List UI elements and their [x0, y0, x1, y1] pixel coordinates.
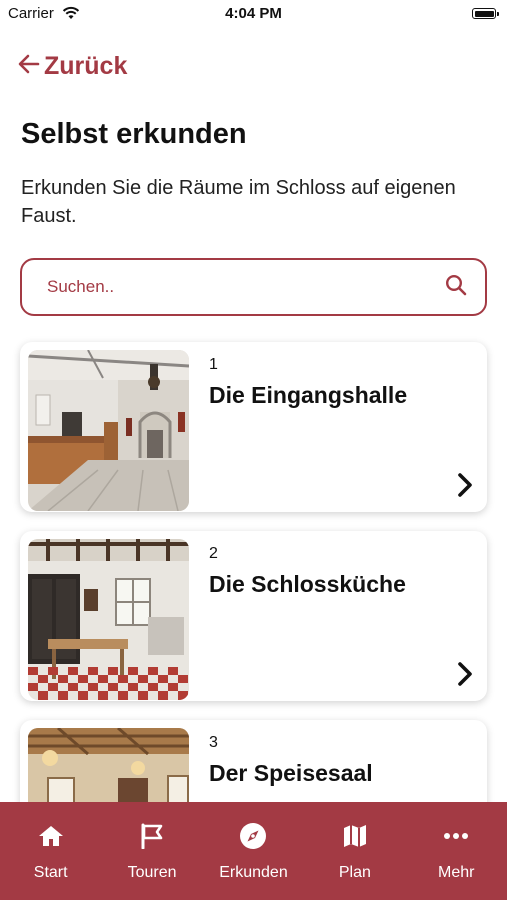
room-card-eingangshalle[interactable]: 1 Die Eingangshalle [20, 342, 487, 512]
compass-icon [239, 822, 267, 850]
arrow-left-icon [18, 52, 40, 81]
search-icon[interactable] [445, 274, 467, 301]
tab-label: Start [33, 864, 68, 881]
tab-plan[interactable]: Plan [304, 802, 405, 900]
battery-icon [472, 8, 499, 19]
status-bar: Carrier 4:04 PM [0, 0, 507, 28]
tab-erkunden[interactable]: Erkunden [203, 802, 304, 900]
back-label: Zurück [44, 52, 128, 80]
home-icon [38, 822, 64, 850]
tab-label: Touren [127, 864, 177, 881]
tab-mehr[interactable]: Mehr [406, 802, 507, 900]
room-card-schlosskueche[interactable]: 2 Die Schlossküche [20, 531, 487, 701]
tab-label: Plan [338, 864, 371, 881]
map-icon [342, 822, 368, 850]
tab-touren[interactable]: Touren [102, 802, 203, 900]
room-number: 3 [209, 734, 218, 751]
tab-start[interactable]: Start [0, 802, 101, 900]
tab-bar: Start Touren Erkunden Plan Mehr [0, 802, 507, 900]
room-name: Die Eingangshalle [209, 382, 408, 408]
room-photo [28, 539, 189, 700]
search-bar[interactable] [20, 258, 487, 316]
more-icon [443, 822, 469, 850]
search-input[interactable] [45, 276, 445, 298]
page-title: Selbst erkunden [21, 118, 247, 150]
room-photo [28, 350, 189, 511]
room-name: Der Speisesaal [209, 760, 373, 786]
flag-icon [140, 822, 164, 850]
tab-label: Erkunden [219, 864, 288, 881]
back-button[interactable]: Zurück [18, 52, 127, 81]
status-time: 4:04 PM [225, 5, 282, 22]
room-name: Die Schlossküche [209, 571, 406, 597]
chevron-right-icon[interactable] [457, 472, 473, 503]
room-number: 2 [209, 545, 218, 562]
chevron-right-icon[interactable] [457, 661, 473, 692]
room-number: 1 [209, 356, 218, 373]
page-subtitle: Erkunden Sie die Räume im Schloss auf ei… [21, 177, 456, 227]
tab-label: Mehr [438, 864, 475, 881]
